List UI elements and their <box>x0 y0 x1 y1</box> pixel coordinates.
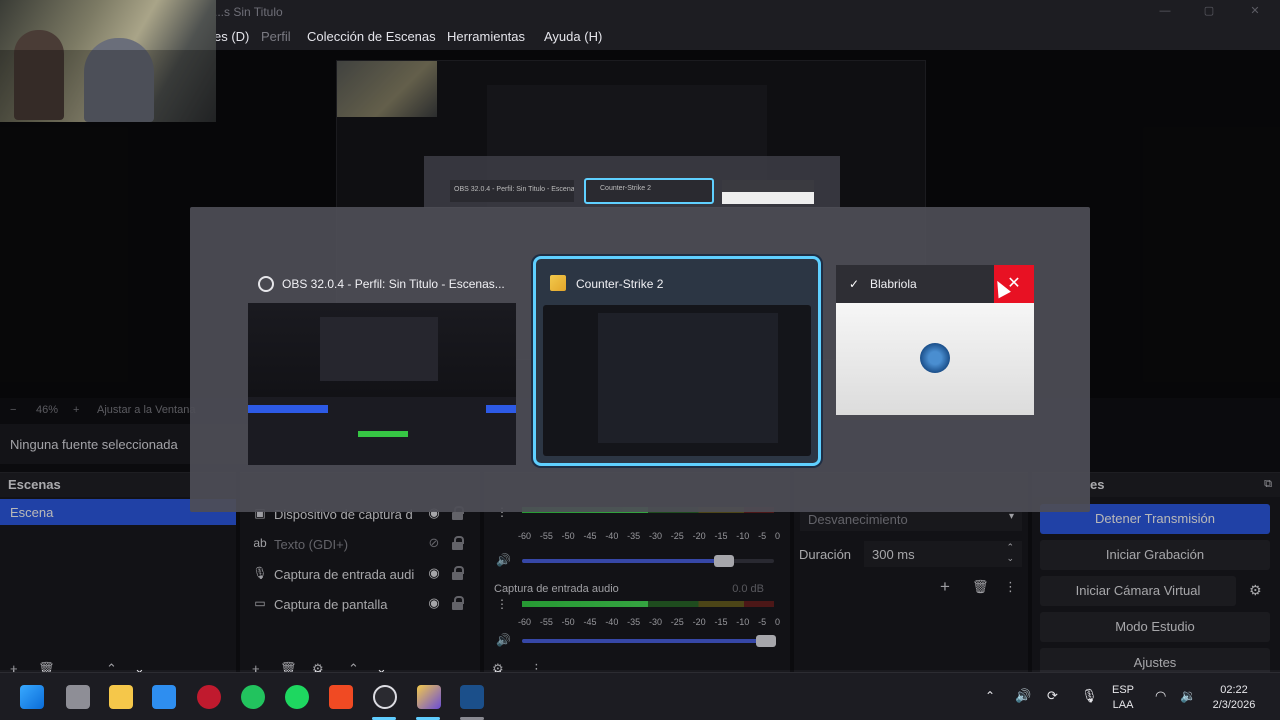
card-title: Counter-Strike 2 <box>536 259 818 303</box>
menu-profile[interactable]: Perfil <box>261 29 291 44</box>
chevron-up-icon[interactable]: ⌃ <box>985 689 995 703</box>
store-icon[interactable] <box>152 685 176 709</box>
thumbnail-detail <box>320 317 438 381</box>
thumbnail-detail <box>598 313 778 443</box>
menu-scene-collection[interactable]: Colección de Escenas <box>307 29 436 44</box>
obs-thumbnail <box>248 303 516 465</box>
steam-logo-icon <box>920 343 950 373</box>
windows-start-icon[interactable] <box>20 685 44 709</box>
minimize-button[interactable]: — <box>1158 4 1172 18</box>
ghost-card: Counter-Strike 2 <box>584 178 714 204</box>
file-icon[interactable] <box>66 685 90 709</box>
whatsapp-icon[interactable] <box>241 685 265 709</box>
card-title-text: Blabriola <box>870 277 917 291</box>
thumbnail-detail <box>486 405 516 413</box>
card-title: OBS 32.0.4 - Perfil: Sin Titulo - Escena… <box>248 265 516 303</box>
spotify-icon[interactable] <box>285 685 309 709</box>
language-indicator[interactable]: ESP LAA <box>1112 683 1134 713</box>
clock-date: 2/3/2026 <box>1212 699 1256 711</box>
thumbnail-detail <box>358 431 408 437</box>
cs2-icon[interactable] <box>417 685 441 709</box>
ghost-switcher: OBS 32.0.4 - Perfil: Sin Titulo - Escena… <box>424 156 840 208</box>
obs-icon <box>258 276 274 292</box>
lang-top: ESP <box>1112 684 1135 696</box>
cs2-thumbnail <box>543 305 811 456</box>
folder-icon[interactable] <box>109 685 133 709</box>
maximize-button[interactable]: ▢ <box>1202 4 1216 18</box>
card-title-text: Counter-Strike 2 <box>576 277 664 291</box>
steam-icon: ✓ <box>848 277 860 291</box>
menu-scenes[interactable]: es (D) <box>214 29 249 44</box>
brave-icon[interactable] <box>329 685 353 709</box>
obs-icon[interactable] <box>373 685 397 709</box>
card-title-text: OBS 32.0.4 - Perfil: Sin Titulo - Escena… <box>282 277 505 291</box>
ghost-card <box>722 180 814 204</box>
window-card-cs2[interactable]: Counter-Strike 2 <box>533 256 821 466</box>
window-title: ...s Sin Titulo <box>214 5 283 19</box>
speaker-icon[interactable]: 🔊 <box>1015 688 1031 704</box>
taskbar: ⌃ 🔊 ⟳ 🎙 ESP LAA ◠ 🔉 02:22 2/3/2026 <box>0 672 1280 720</box>
window-close-button[interactable]: ✕ <box>1248 4 1262 18</box>
blabriola-thumbnail <box>836 303 1034 415</box>
sync-icon[interactable]: ⟳ <box>1047 688 1058 704</box>
cs2-icon <box>550 275 566 291</box>
opera-icon[interactable] <box>197 685 221 709</box>
clock-time: 02:22 <box>1220 684 1248 696</box>
menu-help[interactable]: Ayuda (H) <box>544 29 602 44</box>
steam-icon[interactable] <box>460 685 484 709</box>
screen: ...s Sin Titulo — ▢ ✕ es (D) Perfil Cole… <box>0 0 1280 720</box>
menu-tools[interactable]: Herramientas <box>447 29 525 44</box>
lang-bottom: LAA <box>1112 699 1134 711</box>
wifi-icon[interactable]: ◠ <box>1155 688 1166 704</box>
window-card-obs[interactable]: OBS 32.0.4 - Perfil: Sin Titulo - Escena… <box>248 265 516 465</box>
thumbnail-detail <box>248 405 328 413</box>
alt-tab-switcher: OBS 32.0.4 - Perfil: Sin Titulo - Escena… <box>190 207 1090 512</box>
ghost-card: OBS 32.0.4 - Perfil: Sin Titulo - Escena… <box>450 180 574 202</box>
mic-icon[interactable]: 🎙 <box>1081 688 1098 704</box>
clock[interactable]: 02:22 2/3/2026 <box>1204 683 1264 713</box>
volume-icon[interactable]: 🔉 <box>1180 688 1196 704</box>
